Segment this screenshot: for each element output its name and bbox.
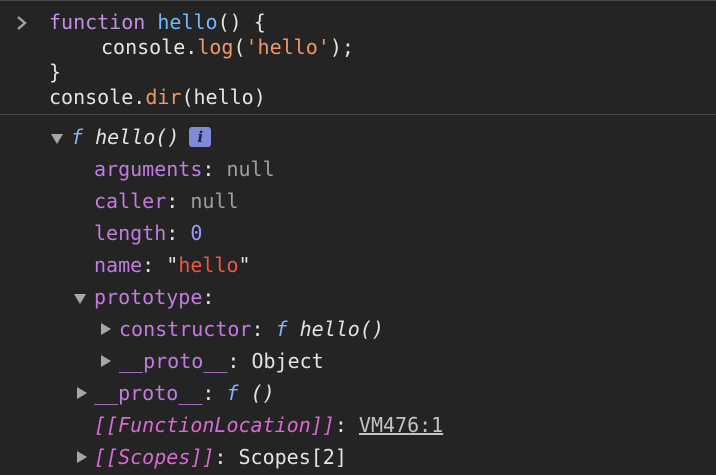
info-badge-icon[interactable]: i	[189, 127, 212, 147]
property-key: arguments	[94, 157, 203, 181]
code-dot: .	[185, 35, 198, 59]
function-signature: hello()	[299, 317, 384, 341]
property-value: null	[190, 189, 239, 213]
input-line-4[interactable]: console.dir(hello)	[49, 85, 266, 110]
property-separator: :	[142, 253, 167, 277]
keyword: function	[49, 10, 146, 34]
triangle-right-icon[interactable]	[101, 355, 111, 367]
property-key: constructor	[119, 317, 252, 341]
code-string: 'hello'	[245, 35, 330, 59]
function-name: hello	[157, 10, 218, 34]
console-divider	[0, 114, 716, 115]
tree-root-function[interactable]: f hello() i	[71, 125, 212, 150]
code-method: dir	[145, 85, 182, 109]
property-value: hello	[178, 253, 239, 277]
property-value: Object	[251, 349, 324, 373]
property-separator: :	[227, 349, 252, 373]
property-key: length	[94, 221, 167, 245]
prompt-chevron-icon	[14, 10, 32, 35]
tree-prop-prototype[interactable]: prototype:	[94, 285, 214, 310]
property-separator: :	[166, 221, 191, 245]
triangle-right-icon[interactable]	[101, 323, 111, 335]
triangle-right-icon[interactable]	[77, 451, 87, 463]
function-glyph: f	[226, 381, 239, 405]
property-key: __proto__	[119, 349, 228, 373]
code-object: console	[101, 35, 186, 59]
function-glyph: f	[71, 125, 84, 149]
property-key: [[FunctionLocation]]	[94, 413, 335, 437]
triangle-down-icon[interactable]	[74, 294, 86, 304]
tree-prop-name[interactable]: name: "hello"	[94, 253, 251, 278]
function-glyph: f	[275, 317, 288, 341]
property-key: name	[94, 253, 143, 277]
tree-prop-arguments[interactable]: arguments: null	[94, 157, 275, 182]
property-value: 0	[190, 221, 203, 245]
property-key: prototype	[94, 285, 203, 309]
property-separator: :	[214, 445, 239, 469]
tree-prop-proto-inner[interactable]: __proto__: Object	[119, 349, 324, 374]
code-paren: (	[233, 35, 246, 59]
property-separator: :	[202, 285, 215, 309]
property-separator: :	[251, 317, 276, 341]
top-border	[0, 0, 716, 1]
property-separator: :	[202, 381, 227, 405]
triangle-down-icon[interactable]	[51, 134, 63, 144]
input-line-3[interactable]: }	[49, 60, 61, 85]
triangle-right-icon[interactable]	[77, 387, 87, 399]
tree-prop-proto-outer[interactable]: __proto__: f ()	[94, 381, 275, 406]
code-dot: .	[133, 85, 146, 109]
code-paren: );	[329, 35, 354, 59]
function-signature: ()	[250, 381, 275, 405]
property-separator: :	[334, 413, 359, 437]
input-line-2[interactable]: console.log('hello');	[101, 35, 354, 60]
quote: "	[166, 253, 179, 277]
tree-prop-length[interactable]: length: 0	[94, 221, 202, 246]
input-line-1[interactable]: function hello() {	[49, 10, 266, 35]
property-value: null	[226, 157, 275, 181]
property-separator: :	[166, 189, 191, 213]
code-text: (hello)	[181, 85, 266, 109]
tree-prop-constructor[interactable]: constructor: f hello()	[119, 317, 384, 342]
code-method: log	[197, 35, 234, 59]
property-key: caller	[94, 189, 167, 213]
source-link[interactable]: VM476:1	[359, 413, 443, 437]
property-separator: :	[202, 157, 227, 181]
code-text: () {	[217, 10, 266, 34]
tree-prop-caller[interactable]: caller: null	[94, 189, 239, 214]
property-value: Scopes[2]	[238, 445, 347, 469]
property-key: __proto__	[94, 381, 203, 405]
code-text: }	[49, 60, 62, 84]
property-key: [[Scopes]]	[94, 445, 215, 469]
code-object: console	[49, 85, 134, 109]
function-signature: hello()	[95, 125, 180, 149]
tree-prop-scopes[interactable]: [[Scopes]]: Scopes[2]	[94, 445, 347, 470]
tree-prop-function-location[interactable]: [[FunctionLocation]]: VM476:1	[94, 413, 443, 438]
quote: "	[238, 253, 251, 277]
